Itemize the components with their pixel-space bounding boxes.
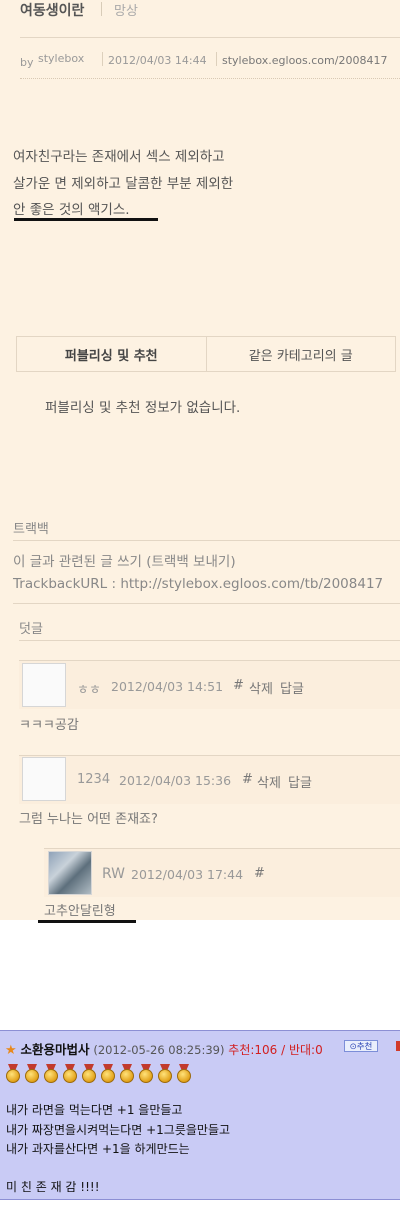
tab-same-category[interactable]: 같은 카테고리의 글 bbox=[207, 337, 396, 371]
tabs-bottom-rule bbox=[16, 371, 396, 372]
trackback-write-link[interactable]: 이 글과 관련된 글 쓰기 (트랙백 보내기) bbox=[13, 550, 236, 570]
meta-divider bbox=[216, 52, 217, 66]
comment-delete-link[interactable]: 삭제 bbox=[257, 772, 281, 791]
medal-icon bbox=[4, 1064, 22, 1084]
avatar[interactable] bbox=[22, 757, 66, 801]
medal-icon bbox=[42, 1064, 60, 1084]
meta-divider bbox=[102, 52, 103, 66]
highlight-underline bbox=[38, 920, 136, 923]
trackback-url: TrackbackURL : http://stylebox.egloos.co… bbox=[13, 576, 384, 592]
comment-date: 2012/04/03 15:36 bbox=[119, 773, 232, 788]
board-comment-header: ★ 소환용마법사 (2012-05-26 08:25:39) 추천:106 / … bbox=[5, 1039, 323, 1058]
post-author[interactable]: stylebox bbox=[38, 52, 84, 65]
comments-title: 덧글 bbox=[19, 622, 43, 637]
meta-rule bbox=[20, 78, 400, 80]
publishing-empty-message: 퍼블리싱 및 추천 정보가 없습니다. bbox=[45, 400, 241, 416]
comment-reply-link[interactable]: 답글 bbox=[288, 772, 312, 791]
comment-hash-link[interactable]: # bbox=[254, 866, 265, 881]
medal-badges bbox=[4, 1064, 193, 1084]
comment-hash-link[interactable]: # bbox=[242, 772, 253, 787]
medal-icon bbox=[118, 1064, 136, 1084]
comment-text: 그럼 누나는 어떤 존재죠? bbox=[19, 812, 158, 827]
comment-hash-link[interactable]: # bbox=[233, 678, 244, 693]
publishing-tabs: 퍼블리싱 및 추천 같은 카테고리의 글 bbox=[16, 336, 396, 372]
comment-reply-link[interactable]: 답글 bbox=[280, 678, 304, 697]
medal-icon bbox=[175, 1064, 193, 1084]
post-title[interactable]: 여동생이란 bbox=[20, 0, 84, 20]
oppose-button[interactable] bbox=[396, 1041, 400, 1051]
trackback-bottom-rule bbox=[13, 603, 400, 604]
board-text-line-1: 내가 라면을 먹는다면 +1 을만들고 bbox=[6, 1103, 183, 1117]
medal-icon bbox=[80, 1064, 98, 1084]
highlight-underline bbox=[14, 218, 158, 221]
medal-icon bbox=[156, 1064, 174, 1084]
post-body-line-1: 여자친구라는 존재에서 섹스 제외하고 bbox=[13, 149, 225, 165]
by-label: by bbox=[20, 56, 34, 69]
post-permalink[interactable]: stylebox.egloos.com/2008417 bbox=[222, 54, 387, 67]
comment-delete-link[interactable]: 삭제 bbox=[249, 678, 273, 697]
board-username[interactable]: 소환용마법사 bbox=[20, 1042, 89, 1057]
board-text-line-2: 내가 짜장면을시켜먹는다면 +1그릇을만들고 bbox=[6, 1123, 231, 1137]
comment-author[interactable]: 1234 bbox=[77, 772, 110, 787]
comment-text: ㅋㅋㅋ공감 bbox=[19, 718, 79, 733]
board-date: (2012-05-26 08:25:39) bbox=[93, 1043, 225, 1057]
board-votes: 추천:106 / 반대:0 bbox=[228, 1043, 323, 1057]
post-date: 2012/04/03 14:44 bbox=[108, 54, 207, 67]
medal-icon bbox=[23, 1064, 41, 1084]
comments-rule bbox=[19, 640, 400, 641]
comment-author[interactable]: ㅎㅎ bbox=[77, 679, 101, 698]
title-rule bbox=[20, 37, 400, 38]
comment-text: 고추안달린형 bbox=[44, 904, 116, 919]
avatar[interactable] bbox=[48, 851, 92, 895]
comment-date: 2012/04/03 17:44 bbox=[131, 867, 244, 882]
trackback-title: 트랙백 bbox=[13, 522, 49, 537]
post-category[interactable]: 망상 bbox=[114, 0, 138, 19]
post-body-line-3: 안 좋은 것의 액기스. bbox=[13, 202, 130, 218]
post-body-line-2: 살가운 면 제외하고 달콤한 부분 제외한 bbox=[13, 176, 234, 192]
title-divider bbox=[101, 2, 102, 16]
medal-icon bbox=[99, 1064, 117, 1084]
avatar[interactable] bbox=[22, 663, 66, 707]
blog-post-capture: 여동생이란 망상 by stylebox 2012/04/03 14:44 st… bbox=[0, 0, 400, 920]
board-text-line-4: 미 친 존 재 감 !!!! bbox=[6, 1180, 100, 1194]
trackback-rule bbox=[13, 540, 400, 541]
medal-icon bbox=[137, 1064, 155, 1084]
recommend-button[interactable]: ⊙추천 bbox=[344, 1040, 378, 1052]
medal-icon bbox=[61, 1064, 79, 1084]
board-text-line-3: 내가 과자를산다면 +1을 하게만드는 bbox=[6, 1142, 190, 1156]
comment-date: 2012/04/03 14:51 bbox=[111, 679, 224, 694]
comment-author[interactable]: RW bbox=[102, 866, 125, 882]
tab-publishing[interactable]: 퍼블리싱 및 추천 bbox=[17, 337, 207, 371]
star-icon: ★ bbox=[5, 1043, 17, 1058]
